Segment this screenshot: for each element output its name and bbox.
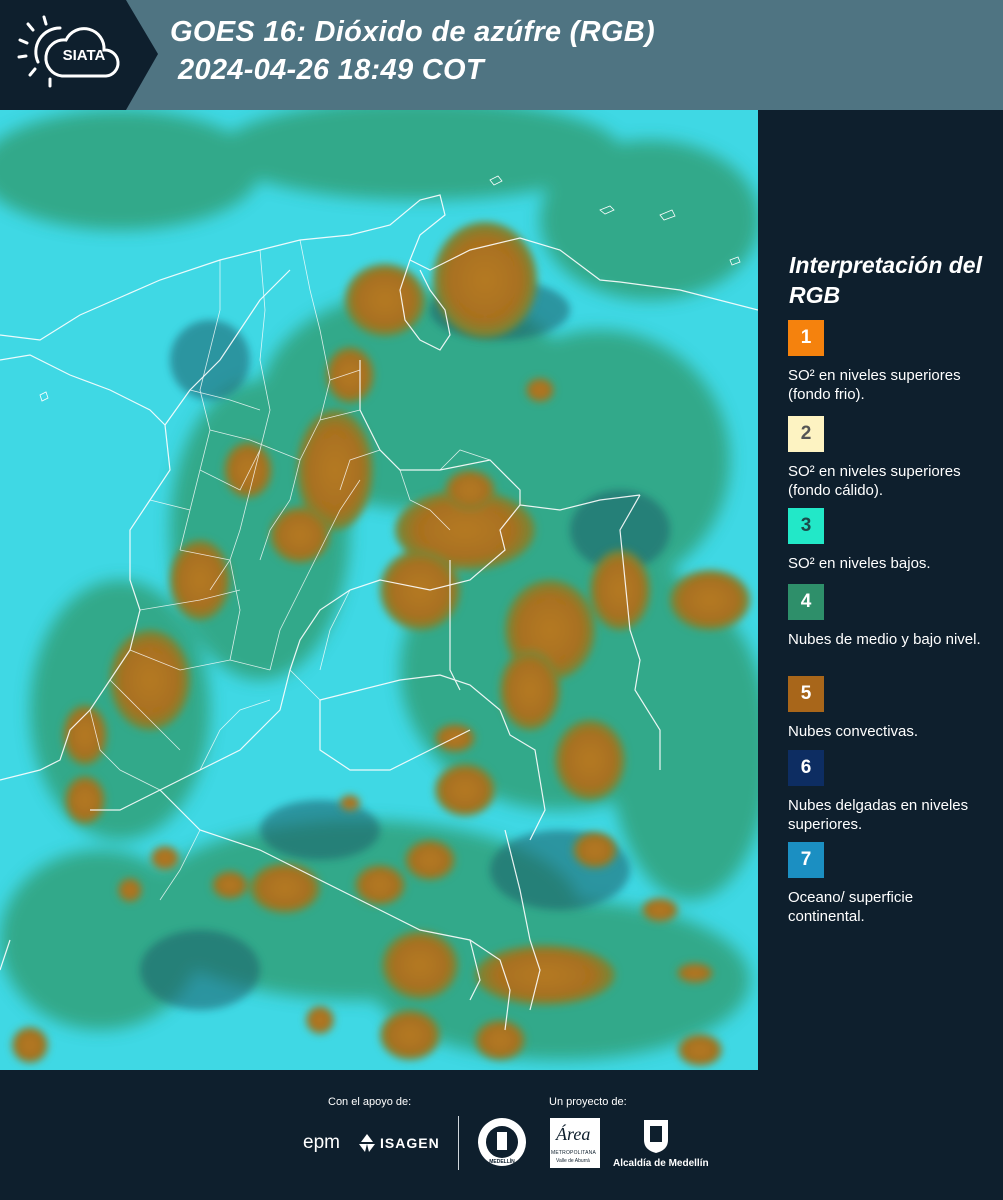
legend-label: SO² en niveles superiores (fondo frio). xyxy=(788,367,961,403)
legend-item: 3 SO² en niveles bajos. xyxy=(788,508,988,573)
legend-label: Oceano/ superficie continental. xyxy=(788,889,914,925)
legend-label: SO² en niveles bajos. xyxy=(788,555,931,572)
timestamp: 2024-04-26 18:49 COT xyxy=(178,54,484,86)
header-bar: SIATA GOES 16: Dióxido de azúfre (RGB) 2… xyxy=(0,0,1003,110)
legend-swatch: 2 xyxy=(788,416,824,452)
alcaldia-shield-icon xyxy=(642,1118,670,1159)
legend-item: 2 SO² en niveles superiores (fondo cálido… xyxy=(788,416,988,500)
legend-label: Nubes delgadas en niveles superiores. xyxy=(788,797,969,833)
svg-text:SIATA: SIATA xyxy=(63,47,106,64)
isagen-icon xyxy=(357,1130,377,1159)
siata-logo: SIATA xyxy=(0,0,158,110)
legend-swatch: 5 xyxy=(788,676,824,712)
legend-label: Nubes de medio y bajo nivel. xyxy=(788,631,981,648)
satellite-map xyxy=(0,110,758,1070)
medellin-seal-icon: MEDELLÍN xyxy=(477,1117,527,1172)
legend-label: SO² en niveles superiores (fondo cálido)… xyxy=(788,463,961,499)
footer: Con el apoyo de: Un proyecto de: epm ISA… xyxy=(0,1070,1003,1200)
support-label: Con el apoyo de: xyxy=(328,1096,412,1108)
legend-item: 6 Nubes delgadas en niveles superiores. xyxy=(788,750,988,834)
isagen-logo: ISAGEN xyxy=(380,1135,440,1151)
legend-swatch: 3 xyxy=(788,508,824,544)
legend-swatch: 4 xyxy=(788,584,824,620)
legend-swatch: 6 xyxy=(788,750,824,786)
legend-item: 7 Oceano/ superficie continental. xyxy=(788,842,988,926)
legend-panel: Interpretación del RGB 1 SO² en niveles s… xyxy=(776,110,1003,1070)
alcaldia-medellin-label: Alcaldía de Medellín xyxy=(613,1158,709,1169)
legend-swatch: 7 xyxy=(788,842,824,878)
footer-divider xyxy=(458,1116,459,1170)
epm-logo: epm xyxy=(303,1132,340,1153)
legend-item: 5 Nubes convectivas. xyxy=(788,676,988,741)
legend-swatch: 1 xyxy=(788,320,824,356)
svg-text:MEDELLÍN: MEDELLÍN xyxy=(489,1157,515,1165)
legend-title: Interpretación del RGB xyxy=(789,252,982,308)
legend-item: 4 Nubes de medio y bajo nivel. xyxy=(788,584,988,649)
page-title: GOES 16: Dióxido de azúfre (RGB) xyxy=(170,16,655,48)
legend-item: 1 SO² en niveles superiores (fondo frio). xyxy=(788,320,988,404)
project-label: Un proyecto de: xyxy=(549,1096,627,1108)
area-metropolitana-logo: Área METROPOLITANA Valle de Aburrá xyxy=(550,1118,600,1168)
legend-label: Nubes convectivas. xyxy=(788,723,919,740)
